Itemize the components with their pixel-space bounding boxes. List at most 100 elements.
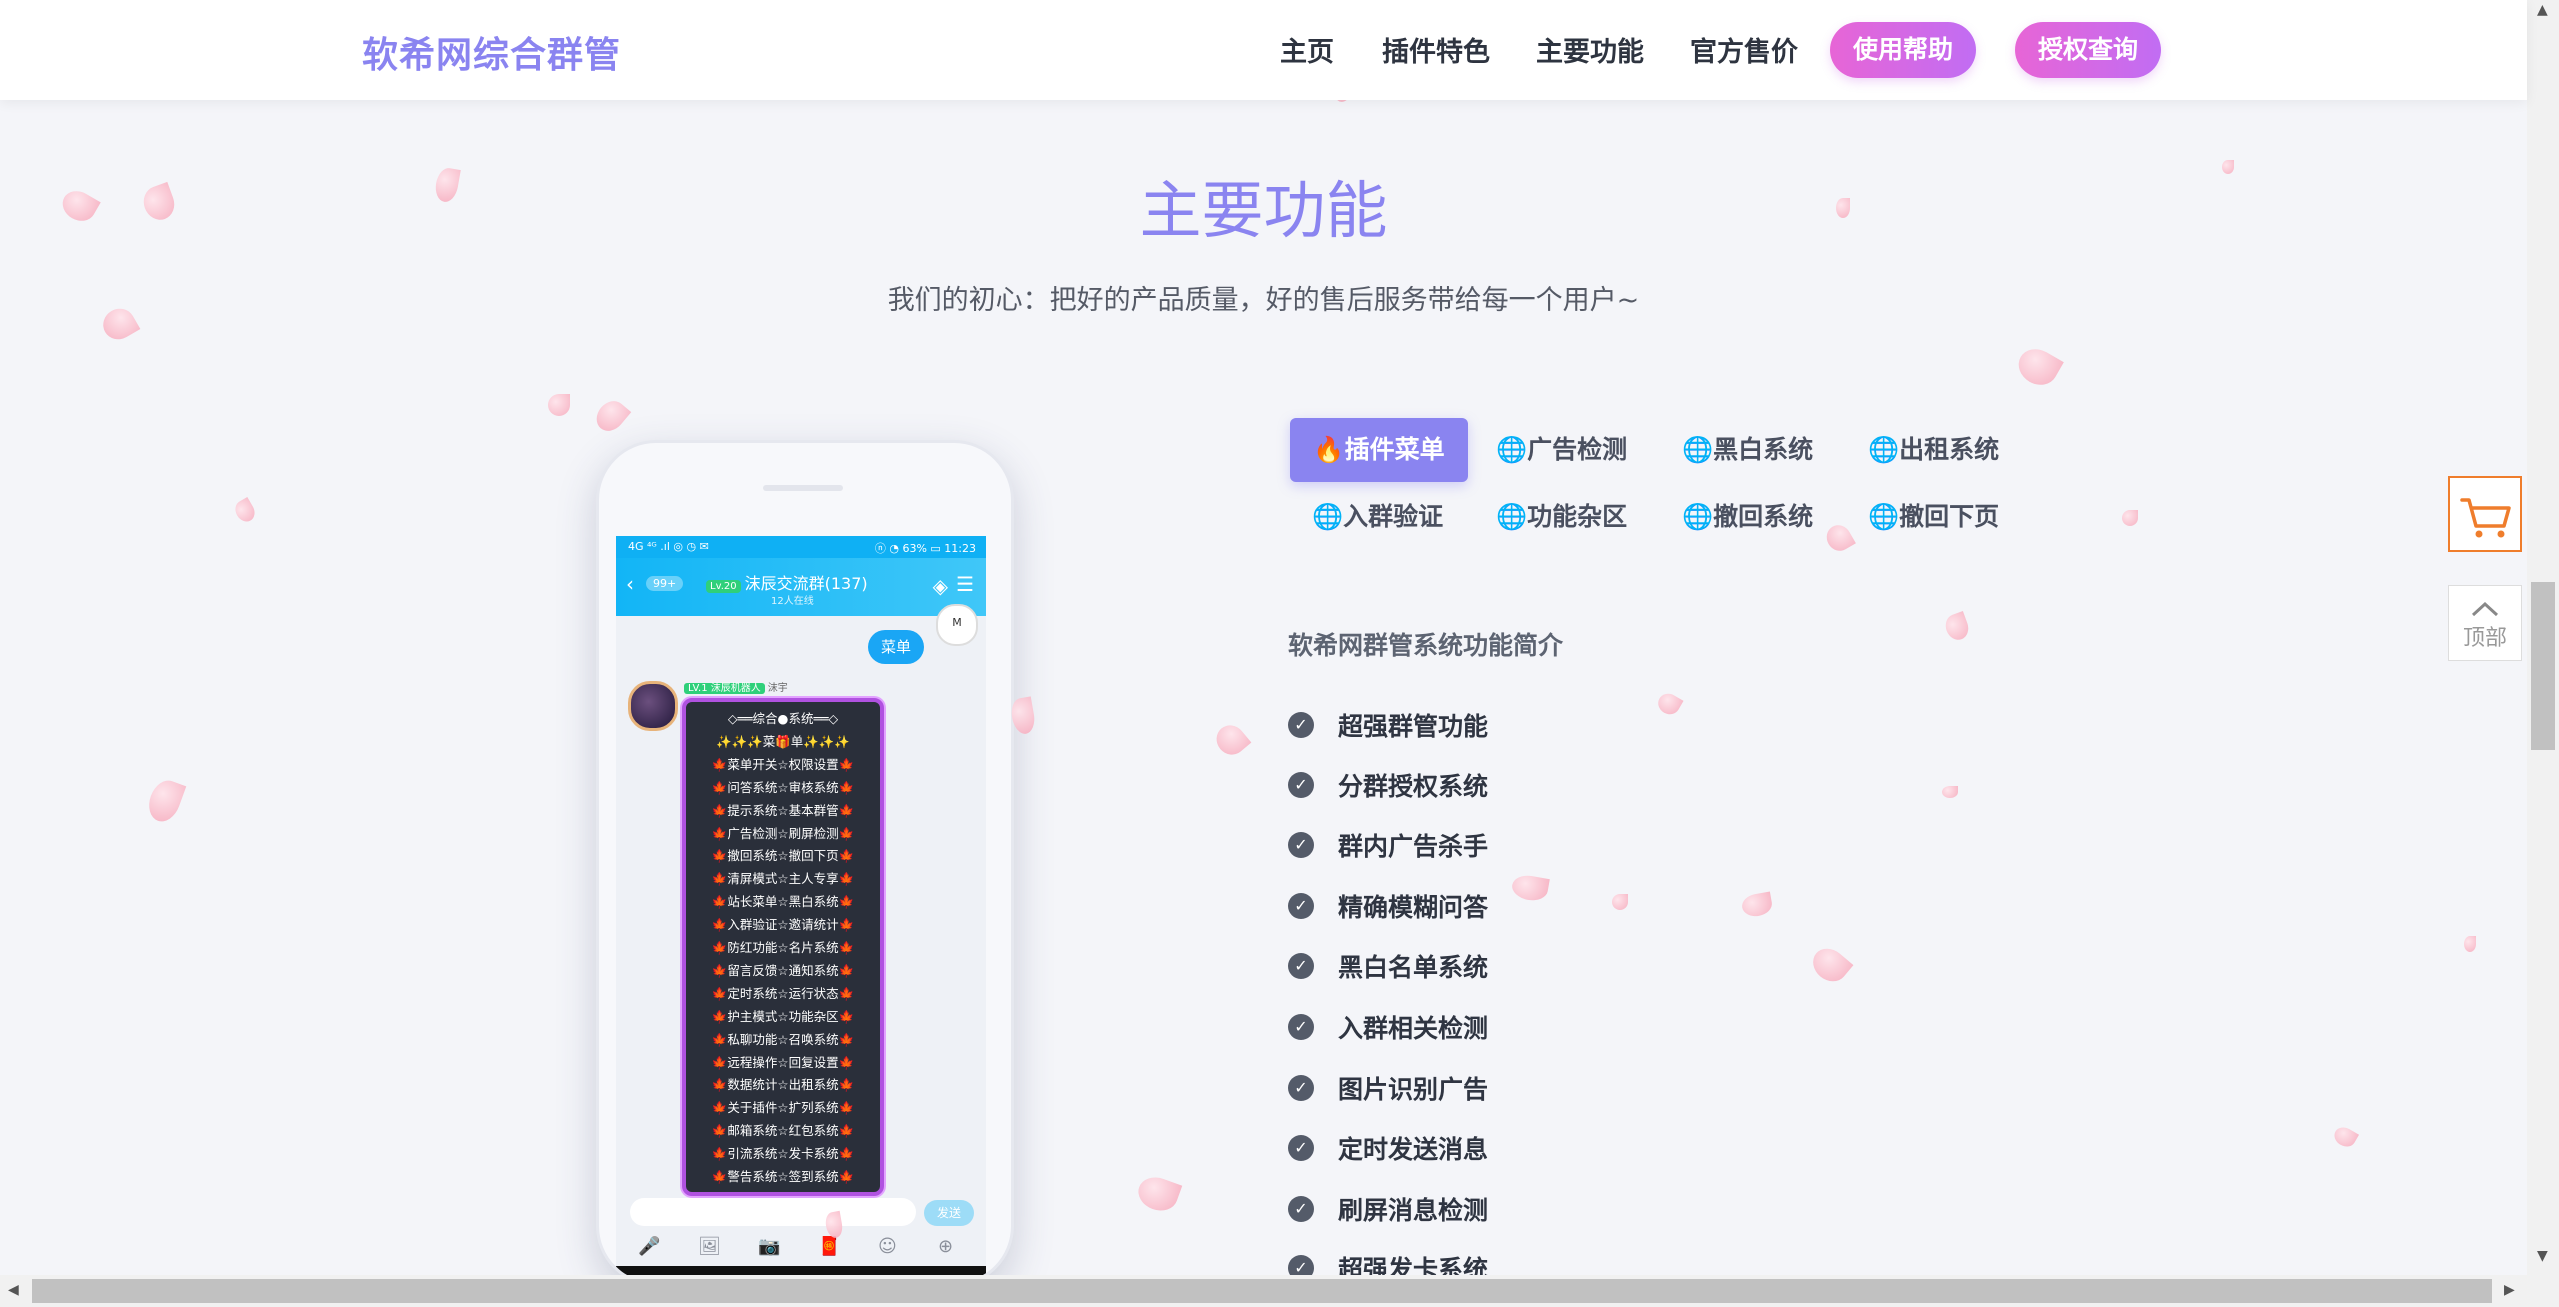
nav-official-price[interactable]: 官方售价 xyxy=(1690,30,1798,69)
scroll-left-arrow-icon[interactable]: ◀ xyxy=(8,1282,19,1298)
bot-tag: LV.1 沫辰机器人 xyxy=(684,683,765,694)
bot-name-text: 沫宇 xyxy=(767,683,788,694)
fire-icon: 🔥 xyxy=(1313,435,1345,464)
nav-main-functions[interactable]: 主要功能 xyxy=(1536,30,1644,69)
phone-status-bar: 4G ⁴ᴳ .ıl ◎ ◷ ✉ ⓝ ◔ 63% ▭ 11:23 xyxy=(616,536,986,558)
group-level-tag: Lv.20 xyxy=(706,580,741,593)
group-name-text: 沫辰交流群(137) xyxy=(744,574,868,593)
tab-misc-functions[interactable]: 🌐功能杂区 xyxy=(1496,485,1627,549)
chevron-up-icon xyxy=(2471,601,2499,617)
back-to-top-label: 顶部 xyxy=(2462,626,2507,651)
nav-plugin-features[interactable]: 插件特色 xyxy=(1382,30,1490,69)
send-button: 发送 xyxy=(924,1200,974,1226)
site-header: 软希网综合群管 主页 插件特色 主要功能 官方售价 使用帮助 授权查询 xyxy=(0,0,2527,100)
check-circle-icon: ✓ xyxy=(1288,1075,1314,1101)
horizontal-scrollbar[interactable]: ◀ ▶ xyxy=(0,1275,2559,1307)
menu-line: 🍁定时系统☆运行状态🍁 xyxy=(711,985,855,1001)
petal-decoration xyxy=(1942,611,1972,643)
vertical-scrollbar[interactable]: ▲ ▼ xyxy=(2527,0,2559,1275)
menu-line: 🍁清屏模式☆主人专享🍁 xyxy=(711,871,855,887)
menu-line: 🍁撤回系统☆撤回下页🍁 xyxy=(711,848,855,864)
petal-decoration xyxy=(1822,520,1856,556)
check-circle-icon: ✓ xyxy=(1288,1014,1314,1040)
group-online: 12人在线 xyxy=(771,596,814,607)
vertical-scroll-thumb[interactable] xyxy=(2531,582,2555,750)
menu-line: ✨✨✨菜🎁单✨✨✨ xyxy=(716,733,850,749)
globe-icon: 🌐 xyxy=(1312,502,1344,531)
back-to-top-button[interactable]: 顶部 xyxy=(2448,585,2522,661)
check-circle-icon: ✓ xyxy=(1288,712,1314,738)
emoji-icon: ☺ xyxy=(878,1236,897,1257)
tab-blackwhite-system[interactable]: 🌐黑白系统 xyxy=(1682,418,1813,482)
tab-plugin-menu[interactable]: 🔥插件菜单 xyxy=(1290,418,1468,482)
help-button[interactable]: 使用帮助 xyxy=(1830,22,1976,78)
bot-name: LV.1 沫辰机器人 沫宇 xyxy=(684,679,788,694)
chat-header: ‹ 99+ Lv.20 沫辰交流群(137) 12人在线 ◈ ☰ xyxy=(616,558,986,616)
menu-line: ◇══综合●系统══◇ xyxy=(727,711,839,726)
petal-decoration xyxy=(1942,786,1958,798)
petal-decoration xyxy=(2222,160,2234,174)
menu-icon: ☰ xyxy=(956,572,974,596)
globe-icon: 🌐 xyxy=(1868,435,1900,464)
input-toolbar: 🎤 🖼 📷 🧧 ☺ ⊕ xyxy=(616,1236,986,1266)
globe-icon: 🌐 xyxy=(1496,435,1528,464)
section-title: 主要功能 xyxy=(1139,174,1388,247)
status-right: ⓝ ◔ 63% ▭ 11:23 xyxy=(874,542,976,555)
feature-item: ✓ 黑白名单系统 xyxy=(1288,948,1488,988)
phone-mockup: 4G ⁴ᴳ .ıl ◎ ◷ ✉ ⓝ ◔ 63% ▭ 11:23 ‹ 99+ Lv… xyxy=(596,440,1014,1286)
petal-decoration xyxy=(1806,941,1854,989)
cart-widget[interactable] xyxy=(2448,476,2522,552)
redpacket-icon: 🧧 xyxy=(818,1236,841,1257)
nav-home[interactable]: 主页 xyxy=(1280,30,1334,69)
tab-recall-system[interactable]: 🌐撤回系统 xyxy=(1682,485,1813,549)
tab-ad-detection[interactable]: 🌐广告检测 xyxy=(1496,418,1627,482)
phone-screen: 4G ⁴ᴳ .ıl ◎ ◷ ✉ ⓝ ◔ 63% ▭ 11:23 ‹ 99+ Lv… xyxy=(616,536,986,1281)
mic-icon: 🎤 xyxy=(638,1236,661,1257)
menu-line: 🍁邮箱系统☆红包系统🍁 xyxy=(711,1123,855,1139)
camera-icon: 📷 xyxy=(758,1236,781,1257)
petal-decoration xyxy=(143,776,187,826)
petal-decoration xyxy=(548,394,570,416)
menu-line: 🍁留言反馈☆通知系统🍁 xyxy=(711,962,855,978)
petal-decoration xyxy=(1836,198,1850,218)
license-query-button[interactable]: 授权查询 xyxy=(2015,22,2161,78)
bot-menu-card: ◇══综合●系统══◇ ✨✨✨菜🎁单✨✨✨ 🍁菜单开关☆权限设置🍁 🍁问答系统☆审核系… xyxy=(682,698,884,1196)
check-circle-icon: ✓ xyxy=(1288,772,1314,798)
menu-line: 🍁站长菜单☆黑白系统🍁 xyxy=(711,894,855,910)
horizontal-scroll-thumb[interactable] xyxy=(32,1279,2492,1303)
globe-icon: 🌐 xyxy=(1682,502,1714,531)
menu-line: 🍁关于插件☆扩列系统🍁 xyxy=(711,1100,855,1116)
petal-decoration xyxy=(1612,894,1628,910)
unread-badge: 99+ xyxy=(646,576,684,591)
menu-line: 🍁防红功能☆名片系统🍁 xyxy=(711,940,855,955)
globe-icon: 🌐 xyxy=(1868,502,1900,531)
petal-decoration xyxy=(2330,1123,2360,1151)
menu-line: 🍁菜单开关☆权限设置🍁 xyxy=(711,756,855,772)
my-message-bubble: 菜单 xyxy=(868,630,924,664)
check-circle-icon: ✓ xyxy=(1288,832,1314,858)
check-circle-icon: ✓ xyxy=(1288,1135,1314,1161)
menu-line: 🍁提示系统☆基本群管🍁 xyxy=(711,802,855,818)
menu-line: 🍁问答系统☆审核系统🍁 xyxy=(711,779,855,795)
my-avatar: M xyxy=(936,604,978,646)
check-circle-icon: ✓ xyxy=(1288,893,1314,919)
feature-item: ✓ 定时发送消息 xyxy=(1288,1130,1488,1170)
bot-avatar xyxy=(628,681,678,731)
menu-line: 🍁数据统计☆出租系统🍁 xyxy=(711,1077,855,1093)
message-input xyxy=(630,1198,916,1226)
menu-line: 🍁引流系统☆发卡系统🍁 xyxy=(711,1146,855,1162)
scroll-right-arrow-icon[interactable]: ▶ xyxy=(2504,1282,2515,1298)
scroll-down-arrow-icon[interactable]: ▼ xyxy=(2537,1248,2548,1264)
status-left: 4G ⁴ᴳ .ıl ◎ ◷ ✉ xyxy=(628,540,709,553)
group-apps-icon: ◈ xyxy=(932,574,948,598)
petal-decoration xyxy=(2464,936,2476,952)
tab-join-verification[interactable]: 🌐入群验证 xyxy=(1312,485,1443,549)
feature-item: ✓ 超强群管功能 xyxy=(1288,707,1488,747)
tab-rental-system[interactable]: 🌐出租系统 xyxy=(1868,418,1999,482)
tab-recall-next[interactable]: 🌐撤回下页 xyxy=(1868,485,1999,549)
feature-item: ✓ 入群相关检测 xyxy=(1288,1009,1488,1049)
feature-item: ✓ 图片识别广告 xyxy=(1288,1070,1488,1110)
brand-logo[interactable]: 软希网综合群管 xyxy=(362,26,621,78)
menu-line: 🍁护主模式☆功能杂区🍁 xyxy=(711,1008,855,1024)
scroll-up-arrow-icon[interactable]: ▲ xyxy=(2537,2,2548,18)
